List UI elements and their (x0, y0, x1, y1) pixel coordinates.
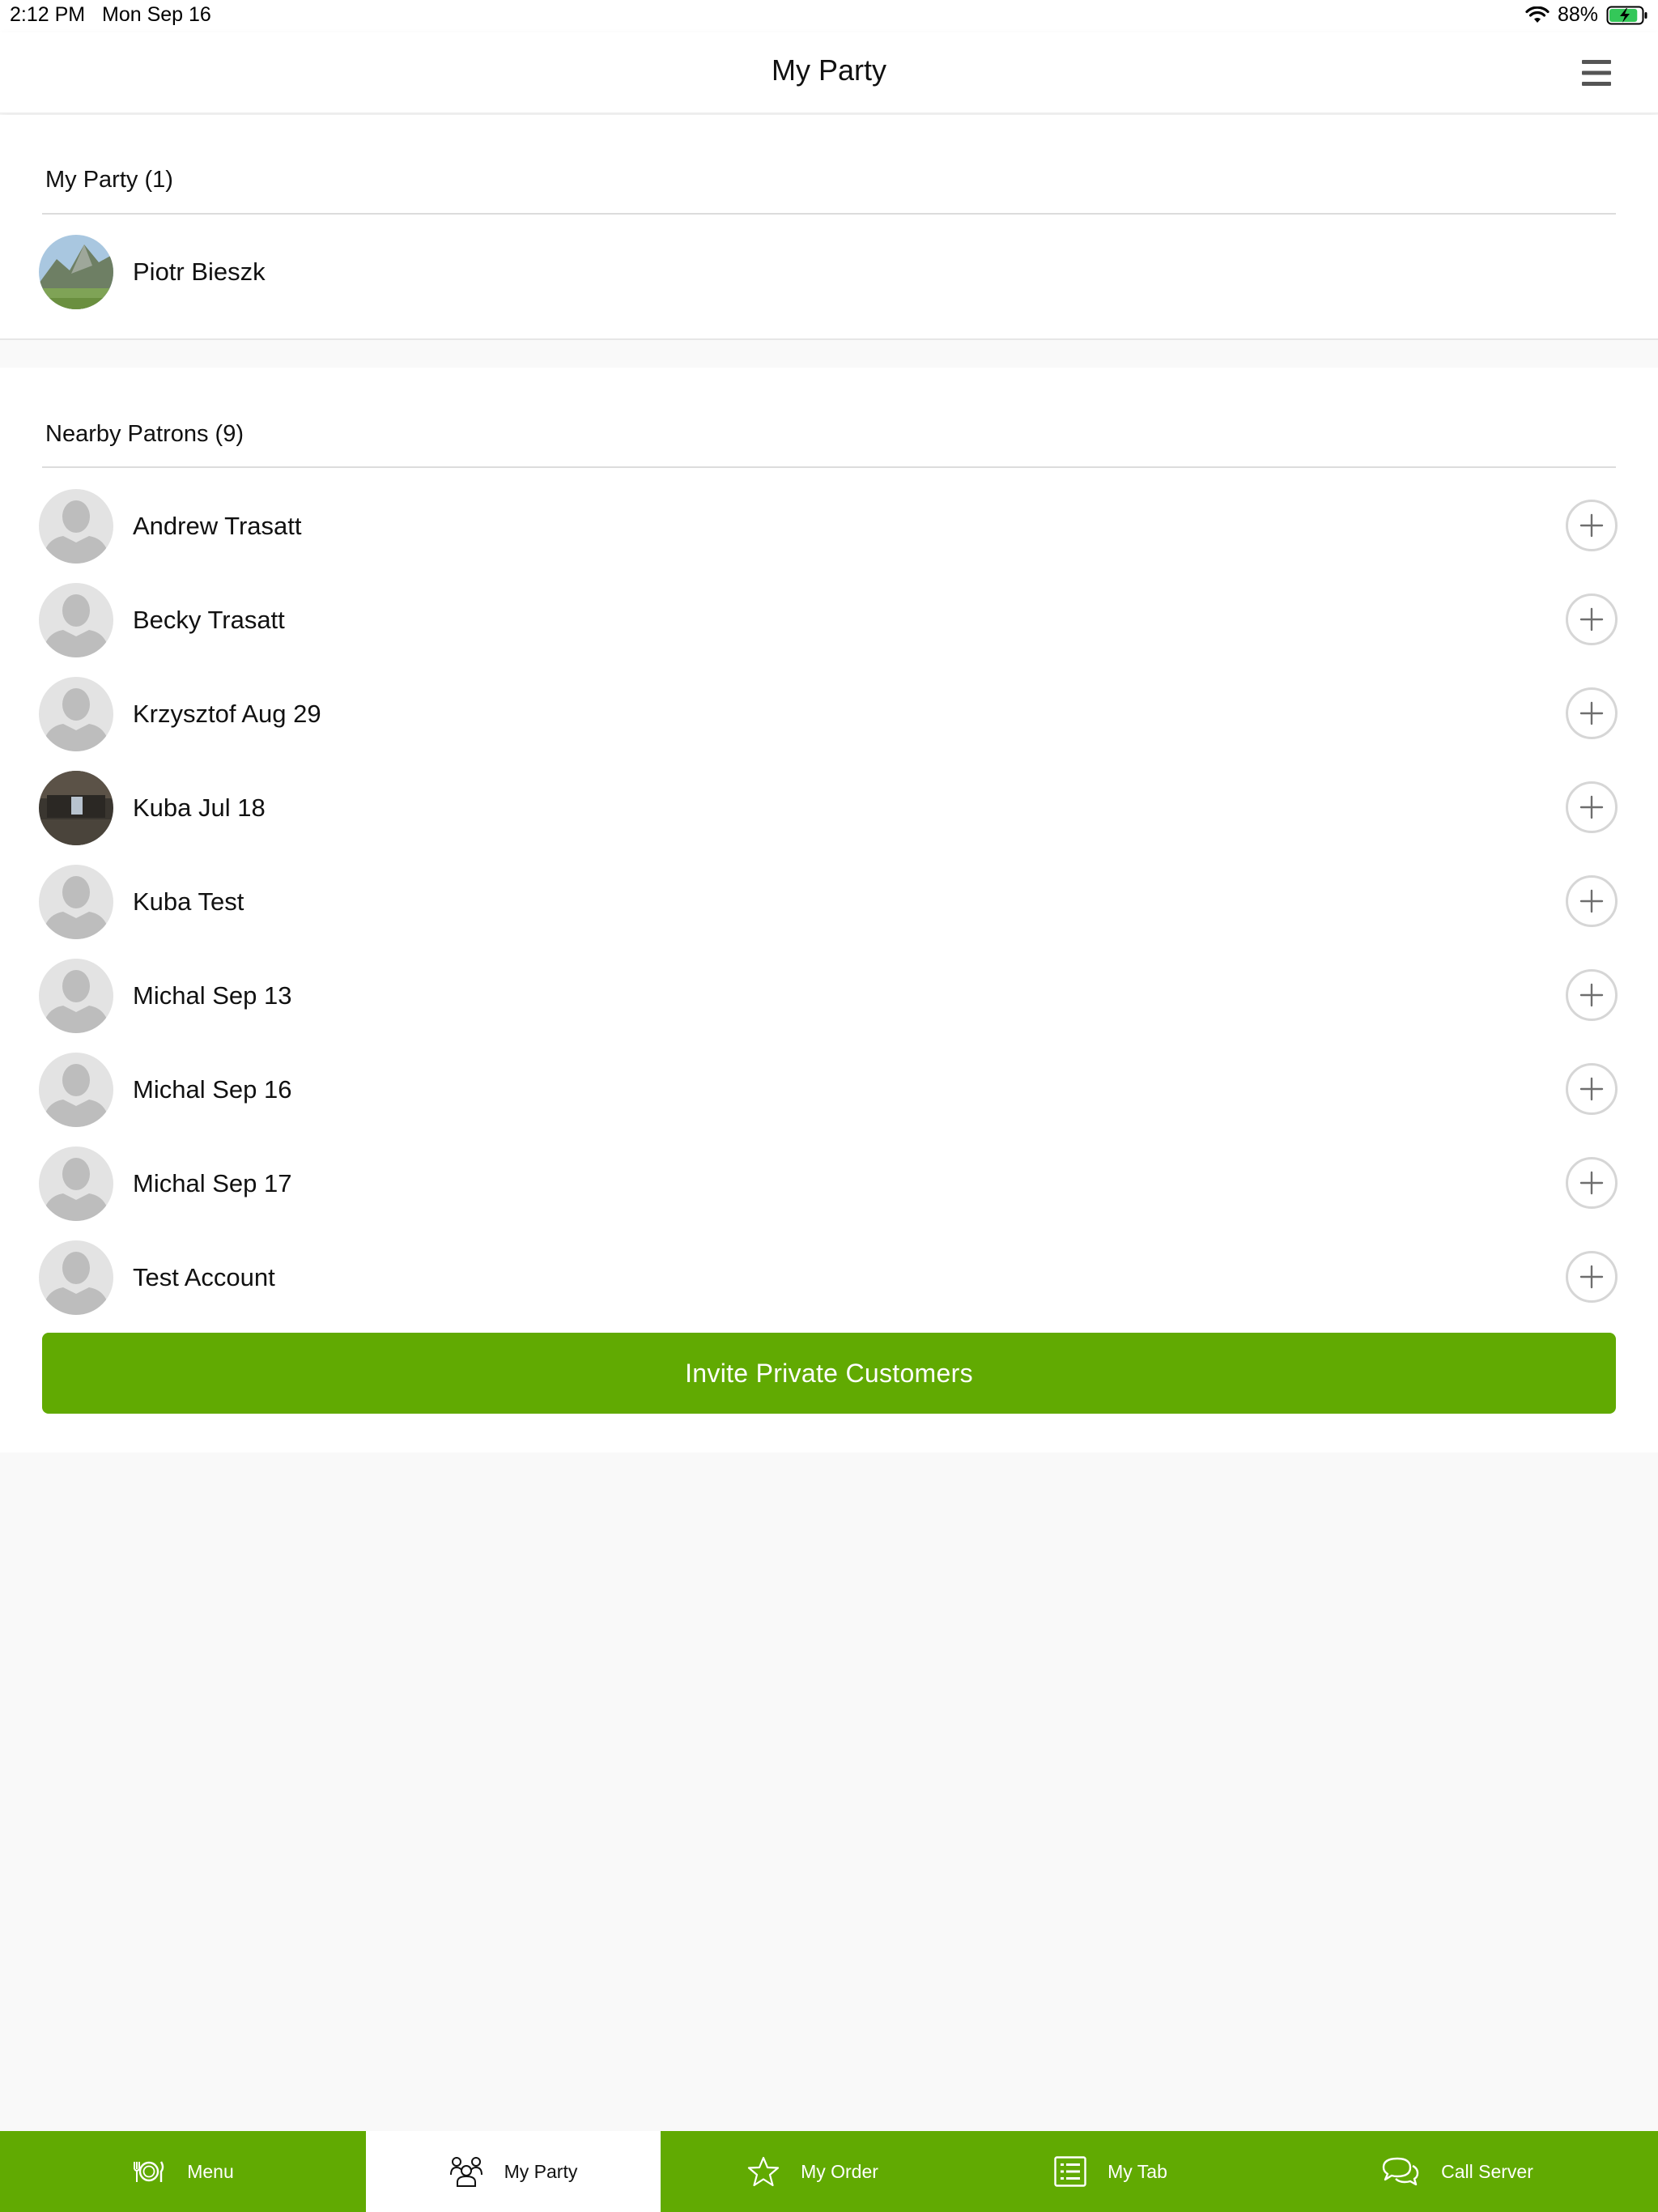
patron-name: Michal Sep 13 (133, 981, 292, 1010)
status-time: 2:12 PM (10, 3, 86, 26)
patron-name: Kuba Jul 18 (133, 793, 266, 822)
nearby-patrons-section: Nearby Patrons (9) Andrew Trasatt Becky T… (0, 368, 1658, 1453)
patron-name: Michal Sep 17 (133, 1169, 292, 1197)
add-patron-button[interactable] (1566, 969, 1618, 1021)
tab-menu[interactable]: Menu (0, 2131, 366, 2212)
member-name: Piotr Bieszk (133, 257, 266, 286)
plus-icon (1579, 513, 1604, 538)
navigation-bar: My Party (0, 32, 1658, 113)
plus-icon (1579, 607, 1604, 632)
tab-label: My Order (801, 2160, 878, 2182)
add-patron-button[interactable] (1566, 500, 1618, 551)
page-title: My Party (771, 53, 886, 87)
status-indicators: 88% (1525, 3, 1648, 27)
tab-label: Menu (187, 2160, 234, 2182)
plus-icon (1579, 983, 1604, 1007)
patron-name: Test Account (133, 1263, 275, 1291)
star-icon (747, 2156, 780, 2187)
patron-name: Andrew Trasatt (133, 512, 302, 540)
patron-row[interactable]: Michal Sep 17 (0, 1135, 1658, 1229)
patron-name: Michal Sep 16 (133, 1075, 292, 1104)
add-patron-button[interactable] (1566, 1063, 1618, 1115)
tab-my-order[interactable]: My Order (661, 2131, 965, 2212)
divider (42, 466, 1616, 468)
battery-charging-icon (1606, 6, 1648, 25)
patron-name: Krzysztof Aug 29 (133, 700, 321, 728)
add-patron-button[interactable] (1566, 1157, 1618, 1209)
avatar (39, 583, 113, 657)
status-date: Mon Sep 16 (102, 3, 211, 26)
avatar (39, 677, 113, 751)
avatar (39, 959, 113, 1033)
my-party-header: My Party (1) (45, 167, 173, 193)
patron-row[interactable]: Andrew Trasatt (0, 478, 1658, 572)
patron-row[interactable]: Kuba Jul 18 (0, 759, 1658, 853)
plus-icon (1579, 1171, 1604, 1195)
plate-icon (132, 2158, 166, 2185)
avatar (39, 771, 113, 845)
tab-label: My Party (504, 2160, 578, 2182)
list-icon (1054, 2156, 1086, 2187)
tab-label: My Tab (1107, 2160, 1167, 2182)
avatar (39, 865, 113, 939)
invite-private-customers-button[interactable]: Invite Private Customers (42, 1333, 1616, 1414)
tab-label: Call Server (1441, 2160, 1533, 2182)
add-patron-button[interactable] (1566, 593, 1618, 645)
patron-row[interactable]: Test Account (0, 1229, 1658, 1323)
patron-row[interactable]: Krzysztof Aug 29 (0, 666, 1658, 759)
chat-bubbles-icon (1381, 2156, 1420, 2187)
tab-my-tab[interactable]: My Tab (965, 2131, 1256, 2212)
patron-row[interactable]: Michal Sep 16 (0, 1041, 1658, 1135)
patron-row[interactable]: Michal Sep 13 (0, 947, 1658, 1041)
bottom-tab-bar: Menu My Party My Order My Tab Call Serve… (0, 2131, 1658, 2212)
patron-row[interactable]: Kuba Test (0, 853, 1658, 947)
patron-name: Kuba Test (133, 887, 244, 916)
tab-call-server[interactable]: Call Server (1256, 2131, 1658, 2212)
patron-row[interactable]: Becky Trasatt (0, 572, 1658, 666)
add-patron-button[interactable] (1566, 781, 1618, 833)
avatar (39, 1240, 113, 1315)
add-patron-button[interactable] (1566, 1251, 1618, 1303)
status-bar: 2:12 PM Mon Sep 16 88% (0, 0, 1658, 32)
battery-percent: 88% (1557, 3, 1598, 26)
plus-icon (1579, 1077, 1604, 1101)
plus-icon (1579, 889, 1604, 913)
add-patron-button[interactable] (1566, 875, 1618, 927)
group-icon (449, 2155, 483, 2188)
avatar (39, 1053, 113, 1127)
party-member-row[interactable]: Piotr Bieszk (0, 223, 1658, 317)
tab-my-party[interactable]: My Party (366, 2131, 661, 2212)
avatar (39, 235, 113, 309)
patron-name: Becky Trasatt (133, 606, 285, 634)
hamburger-menu-icon[interactable] (1582, 60, 1611, 90)
divider (42, 213, 1616, 215)
add-patron-button[interactable] (1566, 687, 1618, 739)
plus-icon (1579, 1265, 1604, 1289)
nearby-patrons-header: Nearby Patrons (9) (45, 421, 244, 447)
wifi-icon (1525, 6, 1550, 24)
plus-icon (1579, 795, 1604, 819)
my-party-section: My Party (1) Piotr Bieszk (0, 115, 1658, 340)
plus-icon (1579, 701, 1604, 725)
avatar (39, 489, 113, 564)
avatar (39, 1146, 113, 1221)
